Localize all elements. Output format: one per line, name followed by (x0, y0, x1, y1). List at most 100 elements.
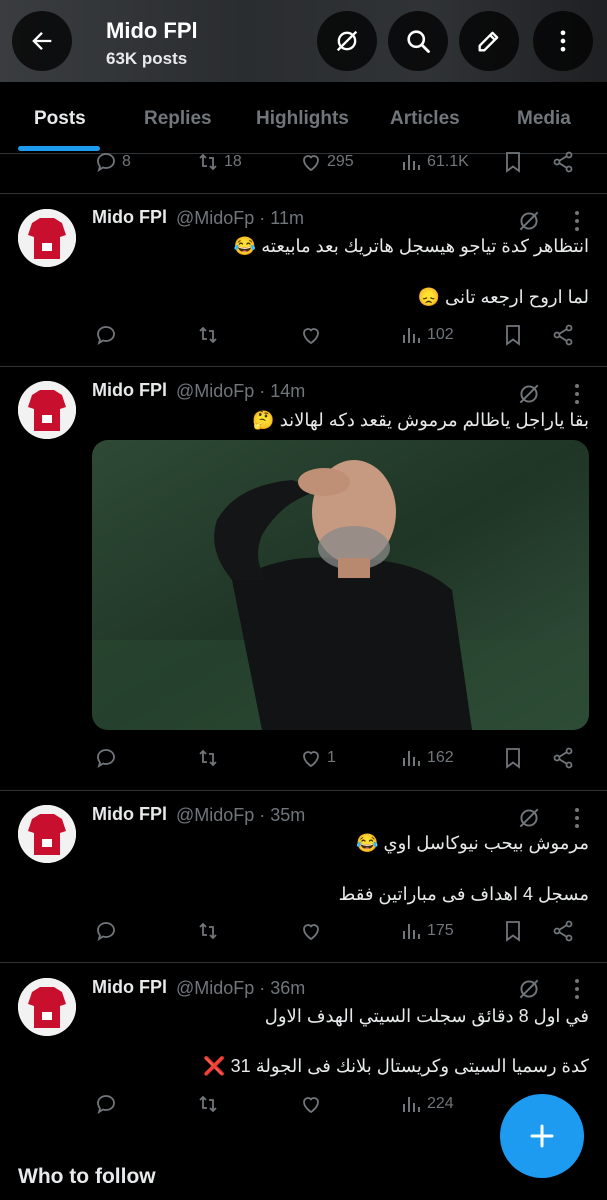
views-button[interactable]: 102 (399, 323, 454, 347)
author-name[interactable]: Mido FPl (92, 207, 167, 228)
repost-icon (199, 153, 217, 171)
views-button[interactable]: 61.1K (399, 150, 469, 174)
grok-button[interactable] (317, 11, 377, 71)
avatar[interactable] (18, 381, 76, 439)
divider (0, 366, 607, 367)
tweet-actions: 8 18 295 61.1K (0, 150, 607, 180)
reply-button[interactable] (94, 323, 118, 347)
author-name[interactable]: Mido FPl (92, 380, 167, 401)
tweet-media-image[interactable] (92, 440, 589, 730)
bookmark-button[interactable] (501, 919, 525, 943)
tab-posts[interactable]: Posts (34, 108, 86, 130)
repost-button[interactable] (196, 1092, 220, 1116)
author-name[interactable]: Mido FPl (92, 804, 167, 825)
like-button[interactable]: 1 (299, 746, 336, 770)
share-button[interactable] (551, 919, 575, 943)
tweet-text-line: كدة رسميا السيتى وكريستال بلانك فى الجول… (203, 1056, 589, 1076)
views-button[interactable]: 175 (399, 919, 454, 943)
compose-post-button[interactable] (500, 1094, 584, 1178)
grok-icon[interactable] (516, 805, 542, 831)
view-count: 61.1K (427, 153, 469, 170)
tweet-text-line: لما اروح ارجعه تانى 😞 (417, 287, 589, 307)
reply-button[interactable]: 8 (94, 150, 131, 174)
like-button[interactable] (299, 323, 323, 347)
reply-icon (97, 326, 115, 346)
tab-articles[interactable]: Articles (390, 108, 460, 130)
tweet-text-line: مسجل 4 اهداف فى مباراتين فقط (338, 884, 589, 904)
reply-button[interactable] (94, 919, 118, 943)
bookmark-button[interactable] (501, 323, 525, 347)
like-button[interactable] (299, 1092, 323, 1116)
profile-tabs: Posts Replies Highlights Articles Media (0, 82, 607, 154)
more-vertical-icon (560, 30, 566, 52)
share-button[interactable] (551, 746, 575, 770)
reply-button[interactable] (94, 1092, 118, 1116)
views-icon (403, 751, 420, 766)
repost-button[interactable] (196, 746, 220, 770)
author-handle: @MidoFp · 14m (176, 381, 306, 401)
avatar-jersey-icon (18, 805, 76, 863)
heart-icon (303, 924, 319, 941)
author-name[interactable]: Mido FPl (92, 977, 167, 998)
edit-profile-button[interactable] (459, 11, 519, 71)
reply-button[interactable] (94, 746, 118, 770)
tab-media[interactable]: Media (517, 108, 571, 130)
share-icon (553, 324, 573, 346)
tab-replies[interactable]: Replies (144, 108, 212, 130)
views-button[interactable]: 162 (399, 746, 454, 770)
more-vertical-icon[interactable] (572, 210, 582, 232)
repost-button[interactable]: 18 (196, 150, 242, 174)
tweet-text-line: انتظاهر كدة تياجو هيسجل هاتريك بعد مابيع… (233, 236, 589, 256)
tweet-actions: 1 162 (0, 746, 607, 776)
bookmark-icon (506, 152, 520, 173)
like-button[interactable] (299, 919, 323, 943)
avatar[interactable] (18, 805, 76, 863)
profile-header: Mido FPl 63K posts (0, 0, 607, 82)
repost-count: 18 (224, 153, 242, 170)
more-vertical-icon[interactable] (572, 383, 582, 405)
avatar[interactable] (18, 978, 76, 1036)
view-count: 102 (427, 326, 454, 343)
search-button[interactable] (388, 11, 448, 71)
back-button[interactable] (12, 11, 72, 71)
share-button[interactable] (551, 150, 575, 174)
views-icon (403, 1097, 420, 1112)
repost-button[interactable] (196, 919, 220, 943)
heart-icon (303, 328, 319, 345)
views-button[interactable]: 224 (399, 1092, 454, 1116)
post-count: 63K posts (106, 49, 188, 68)
view-count: 162 (427, 749, 454, 766)
more-vertical-icon[interactable] (572, 978, 582, 1000)
grok-icon[interactable] (516, 208, 542, 234)
heart-icon (303, 155, 319, 172)
more-vertical-icon[interactable] (572, 807, 582, 829)
tab-highlights[interactable]: Highlights (256, 108, 349, 130)
bookmark-button[interactable] (501, 150, 525, 174)
arrow-left-icon (32, 32, 52, 50)
grok-icon[interactable] (516, 976, 542, 1002)
repost-button[interactable] (196, 323, 220, 347)
divider (0, 962, 607, 963)
like-count: 1 (327, 749, 336, 766)
bookmark-button[interactable] (501, 746, 525, 770)
view-count: 175 (427, 922, 454, 939)
avatar[interactable] (18, 209, 76, 267)
reply-count: 8 (122, 153, 131, 170)
plus-icon (530, 1124, 554, 1148)
like-button[interactable]: 295 (299, 150, 354, 174)
bookmark-icon (506, 748, 520, 769)
avatar-jersey-icon (18, 209, 76, 267)
avatar-jersey-icon (18, 978, 76, 1036)
share-icon (553, 151, 573, 173)
more-button[interactable] (533, 11, 593, 71)
views-icon (403, 155, 420, 170)
view-count: 224 (427, 1095, 454, 1112)
views-icon (403, 328, 420, 343)
repost-icon (199, 749, 217, 767)
repost-icon (199, 326, 217, 344)
grok-icon[interactable] (516, 381, 542, 407)
heart-icon (303, 751, 319, 768)
repost-icon (199, 922, 217, 940)
share-button[interactable] (551, 323, 575, 347)
who-to-follow-heading: Who to follow (18, 1165, 156, 1188)
